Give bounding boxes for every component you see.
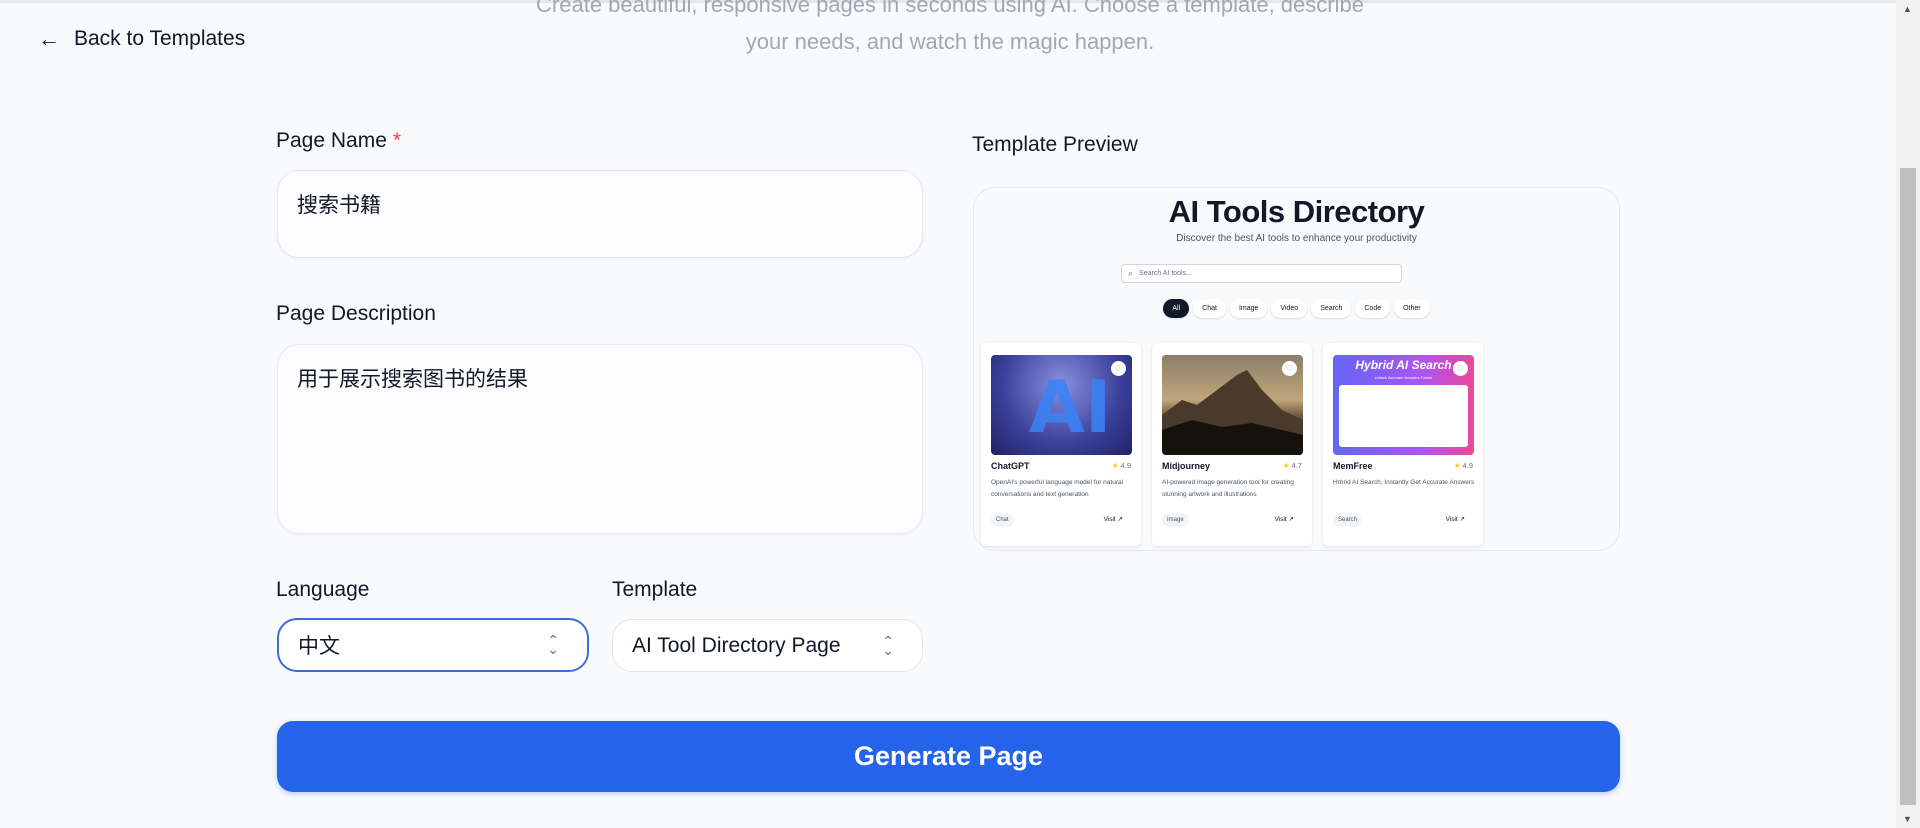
language-label: Language — [276, 578, 370, 601]
filter-pill: Search — [1311, 299, 1352, 318]
preview-title: AI Tools Directory — [1168, 194, 1425, 229]
card-visit-link: Visit ↗ — [1274, 516, 1294, 523]
card-name: MemFree — [1333, 461, 1373, 471]
card-visit-link: Visit ↗ — [1445, 516, 1465, 523]
card-tag: Chat — [991, 513, 1014, 527]
card-visit-link: Visit ↗ — [1103, 516, 1123, 523]
chevron-up-down-icon: ⌃ ⌄ — [882, 632, 894, 658]
card-tag: Image — [1162, 513, 1189, 527]
back-to-templates-link[interactable]: ← Back to Templates — [38, 26, 245, 52]
scrollbar[interactable]: ▲ ▼ — [1896, 0, 1920, 828]
scroll-up-arrow-icon[interactable]: ▲ — [1903, 4, 1912, 14]
filter-pill: Video — [1271, 299, 1308, 318]
language-select[interactable]: 中文 ⌃ ⌄ — [277, 618, 589, 672]
scroll-down-arrow-icon[interactable]: ▼ — [1903, 814, 1912, 824]
star-icon: ★ — [1453, 461, 1461, 470]
page-description-textarea[interactable]: 用于展示搜索图书的结果 — [277, 344, 923, 534]
filter-pill: Other — [1394, 299, 1430, 318]
card-name: Midjourney — [1162, 461, 1211, 471]
scrollbar-thumb[interactable] — [1900, 168, 1916, 805]
back-label: Back to Templates — [74, 27, 246, 50]
preview-filter-pills: All Chat Image Video Search Code Other — [974, 299, 1619, 318]
template-select[interactable]: AI Tool Directory Page ⌃ ⌄ — [612, 619, 923, 672]
page-name-label: Page Name * — [276, 129, 402, 152]
filter-pill: Chat — [1193, 299, 1226, 318]
card-description: OpenAI's powerful language model for nat… — [991, 479, 1124, 498]
filter-pill: Image — [1229, 299, 1268, 318]
preview-card: ♡ Midjourney ★ 4.7 AI-powered image gene… — [1152, 343, 1312, 546]
card-rating: ★ 4.7 — [1282, 461, 1302, 470]
filter-pill: All — [1163, 299, 1190, 318]
template-value: AI Tool Directory Page — [632, 633, 841, 657]
card-name: ChatGPT — [991, 461, 1030, 471]
generate-page-button[interactable]: Generate Page — [277, 721, 1620, 792]
preview-search-input: ⌕ Search AI tools... — [1121, 264, 1402, 283]
page-name-input[interactable]: 搜索书籍 — [277, 170, 923, 258]
page-description-label: Page Description — [276, 302, 436, 325]
preview-subtitle: Discover the best AI tools to enhance yo… — [1176, 233, 1417, 244]
star-icon: ★ — [1282, 461, 1290, 470]
required-mark: * — [392, 129, 402, 152]
filter-pill: Code — [1355, 299, 1391, 318]
template-preview-label: Template Preview — [972, 133, 1138, 156]
card-image-mountain: ♡ — [1162, 355, 1303, 455]
heart-icon: ♡ — [1111, 361, 1126, 376]
subtitle-line-2: your needs, and watch the magic happen. — [745, 29, 1155, 54]
card-tag: Search — [1333, 513, 1363, 527]
chevron-up-down-icon: ⌃ ⌄ — [547, 632, 559, 657]
card-rating: ★ 4.9 — [1111, 461, 1131, 470]
card-image-hybrid-search: Hybrid AI Search Unlock Accurate Answers… — [1333, 355, 1474, 455]
arrow-left-icon: ← — [38, 26, 60, 51]
preview-card: AI ♡ ChatGPT ★ 4.9 OpenAI's powerful lan… — [981, 343, 1141, 546]
card-image-ai: AI ♡ — [991, 355, 1132, 455]
language-value: 中文 — [298, 635, 340, 658]
heart-icon: ♡ — [1282, 361, 1297, 376]
preview-card: Hybrid AI Search Unlock Accurate Answers… — [1323, 343, 1483, 546]
star-icon: ★ — [1111, 461, 1119, 470]
template-label: Template — [612, 578, 698, 601]
card-rating: ★ 4.9 — [1453, 461, 1473, 470]
card-description: AI-powered image generation tool for cre… — [1162, 479, 1294, 498]
template-preview: AI Tools Directory Discover the best AI … — [973, 187, 1620, 551]
card-description: Hrbrid AI Search, Instantly Get Accurate… — [1333, 479, 1475, 486]
heart-icon: ♡ — [1453, 361, 1468, 376]
subtitle-line-1: Create beautiful, responsive pages in se… — [536, 0, 1364, 17]
search-icon: ⌕ — [1128, 268, 1134, 278]
page-subtitle: Create beautiful, responsive pages in se… — [420, 0, 1480, 60]
